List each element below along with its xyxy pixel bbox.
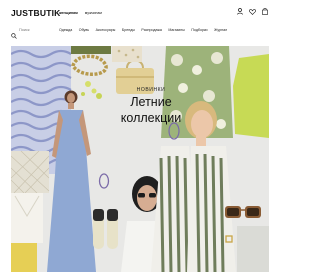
search-input[interactable]	[19, 25, 59, 34]
hero-banner[interactable]: НОВИНКИ Летние коллекции	[11, 46, 269, 272]
category-links: Одежда Обувь Аксессуары Бренды Распродаж…	[59, 28, 227, 32]
header-utilities	[237, 8, 268, 15]
hero-headline-line1: Летние	[130, 95, 172, 109]
white-blouse	[11, 193, 43, 243]
header: JUSTBUTIK женщинам мужчинам	[0, 0, 280, 24]
lime-top	[233, 54, 269, 138]
search-icon[interactable]	[11, 26, 17, 44]
audience-tabs: женщинам мужчинам	[59, 11, 102, 15]
nav-clothing[interactable]: Одежда	[59, 28, 72, 32]
tab-women[interactable]: женщинам	[59, 11, 78, 15]
nav-magazine[interactable]: Журнал	[214, 28, 227, 32]
nav-stores[interactable]: Магазины	[168, 28, 184, 32]
purple-earring	[98, 173, 110, 189]
nav-shoes[interactable]: Обувь	[79, 28, 89, 32]
hero-headline-line2: коллекции	[120, 110, 182, 125]
grey-shirt	[237, 226, 269, 272]
nav-sale[interactable]: Распродажа	[141, 28, 161, 32]
mesh-top	[11, 150, 50, 194]
nav-accessories[interactable]: Аксессуары	[96, 28, 116, 32]
olive-fabric	[71, 46, 111, 54]
category-nav: Одежда Обувь Аксессуары Бренды Распродаж…	[0, 24, 280, 39]
heart-icon[interactable]	[249, 8, 256, 15]
tab-men[interactable]: мужчинам	[85, 11, 102, 15]
lime-flowers	[81, 81, 102, 99]
brand-logo[interactable]: JUSTBUTIK	[11, 8, 61, 18]
nav-brands[interactable]: Бренды	[122, 28, 135, 32]
yellow-knit	[11, 243, 37, 272]
bag-icon[interactable]	[262, 8, 268, 15]
user-icon[interactable]	[237, 8, 243, 15]
nav-collections[interactable]: Подборки	[191, 28, 207, 32]
tortoise-sunglasses	[225, 206, 261, 218]
mules-shoes	[93, 209, 118, 249]
sequin-top	[112, 46, 142, 62]
hero-eyebrow: НОВИНКИ	[136, 87, 166, 93]
hero-collage	[11, 46, 269, 272]
chain-necklace	[71, 54, 108, 76]
hero-text: НОВИНКИ Летние коллекции	[106, 87, 196, 124]
